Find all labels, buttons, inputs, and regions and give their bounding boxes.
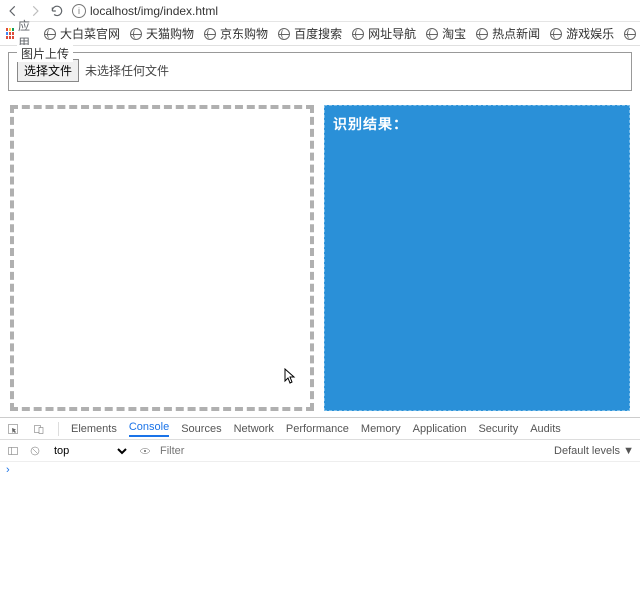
reload-button[interactable] <box>50 4 64 18</box>
tab-performance[interactable]: Performance <box>286 423 349 435</box>
bookmark-item[interactable]: 黄历网 <box>624 25 640 42</box>
bookmark-label: 热点新闻 <box>492 25 540 42</box>
bookmark-label: 网址导航 <box>368 25 416 42</box>
fieldset-legend: 图片上传 <box>17 45 73 62</box>
filter-input[interactable] <box>160 445 546 457</box>
log-levels-select[interactable]: Default levels ▼ <box>554 445 634 457</box>
context-select[interactable]: top <box>50 444 130 458</box>
no-file-text: 未选择任何文件 <box>85 62 169 79</box>
forward-button[interactable] <box>28 4 42 18</box>
bookmark-label: 大白菜官网 <box>60 25 120 42</box>
tab-audits[interactable]: Audits <box>530 423 561 435</box>
globe-icon <box>476 28 488 40</box>
globe-icon <box>204 28 216 40</box>
bookmark-item[interactable]: 淘宝 <box>426 25 466 42</box>
choose-file-button[interactable]: 选择文件 <box>17 59 79 82</box>
console-prompt[interactable]: › <box>0 462 640 474</box>
site-info-icon[interactable]: i <box>72 4 86 18</box>
bookmarks-bar: 应用 大白菜官网 天猫购物 京东购物 百度搜索 网址导航 淘宝 热点新闻 游戏娱… <box>0 22 640 46</box>
tab-memory[interactable]: Memory <box>361 423 401 435</box>
globe-icon <box>130 28 142 40</box>
url-text: localhost/img/index.html <box>90 4 218 18</box>
bookmark-item[interactable]: 网址导航 <box>352 25 416 42</box>
separator <box>58 422 59 436</box>
page-content: 图片上传 选择文件 未选择任何文件 识别结果： <box>0 46 640 417</box>
bookmark-item[interactable]: 热点新闻 <box>476 25 540 42</box>
bookmark-item[interactable]: 大白菜官网 <box>44 25 120 42</box>
globe-icon <box>624 28 636 40</box>
bookmark-label: 天猫购物 <box>146 25 194 42</box>
panels-row: 识别结果： <box>8 105 632 411</box>
bookmark-item[interactable]: 百度搜索 <box>278 25 342 42</box>
tab-security[interactable]: Security <box>478 423 518 435</box>
bookmark-label: 淘宝 <box>442 25 466 42</box>
console-output[interactable] <box>0 474 640 604</box>
browser-toolbar: i localhost/img/index.html <box>0 0 640 22</box>
bookmark-item[interactable]: 天猫购物 <box>130 25 194 42</box>
globe-icon <box>278 28 290 40</box>
tab-network[interactable]: Network <box>234 423 274 435</box>
bookmark-label: 游戏娱乐 <box>566 25 614 42</box>
result-title: 识别结果： <box>333 114 621 134</box>
tab-application[interactable]: Application <box>413 423 467 435</box>
globe-icon <box>44 28 56 40</box>
image-drop-zone[interactable] <box>10 105 314 411</box>
apps-icon <box>6 28 14 40</box>
globe-icon <box>426 28 438 40</box>
tab-sources[interactable]: Sources <box>181 423 221 435</box>
eye-icon[interactable] <box>138 444 152 458</box>
tab-console[interactable]: Console <box>129 421 169 437</box>
bookmark-item[interactable]: 游戏娱乐 <box>550 25 614 42</box>
bookmark-label: 百度搜索 <box>294 25 342 42</box>
globe-icon <box>550 28 562 40</box>
sidebar-toggle-icon[interactable] <box>6 444 20 458</box>
devtools-tab-bar: Elements Console Sources Network Perform… <box>0 418 640 440</box>
bookmark-label: 京东购物 <box>220 25 268 42</box>
address-bar[interactable]: i localhost/img/index.html <box>72 4 218 18</box>
upload-fieldset: 图片上传 选择文件 未选择任何文件 <box>8 52 632 91</box>
inspect-icon[interactable] <box>6 422 20 436</box>
globe-icon <box>352 28 364 40</box>
console-toolbar: top Default levels ▼ <box>0 440 640 462</box>
devtools-panel: Elements Console Sources Network Perform… <box>0 417 640 604</box>
bookmark-item[interactable]: 京东购物 <box>204 25 268 42</box>
file-input-row: 选择文件 未选择任何文件 <box>17 59 623 82</box>
device-toggle-icon[interactable] <box>32 422 46 436</box>
result-panel: 识别结果： <box>324 105 630 411</box>
tab-elements[interactable]: Elements <box>71 423 117 435</box>
back-button[interactable] <box>6 4 20 18</box>
clear-console-icon[interactable] <box>28 444 42 458</box>
